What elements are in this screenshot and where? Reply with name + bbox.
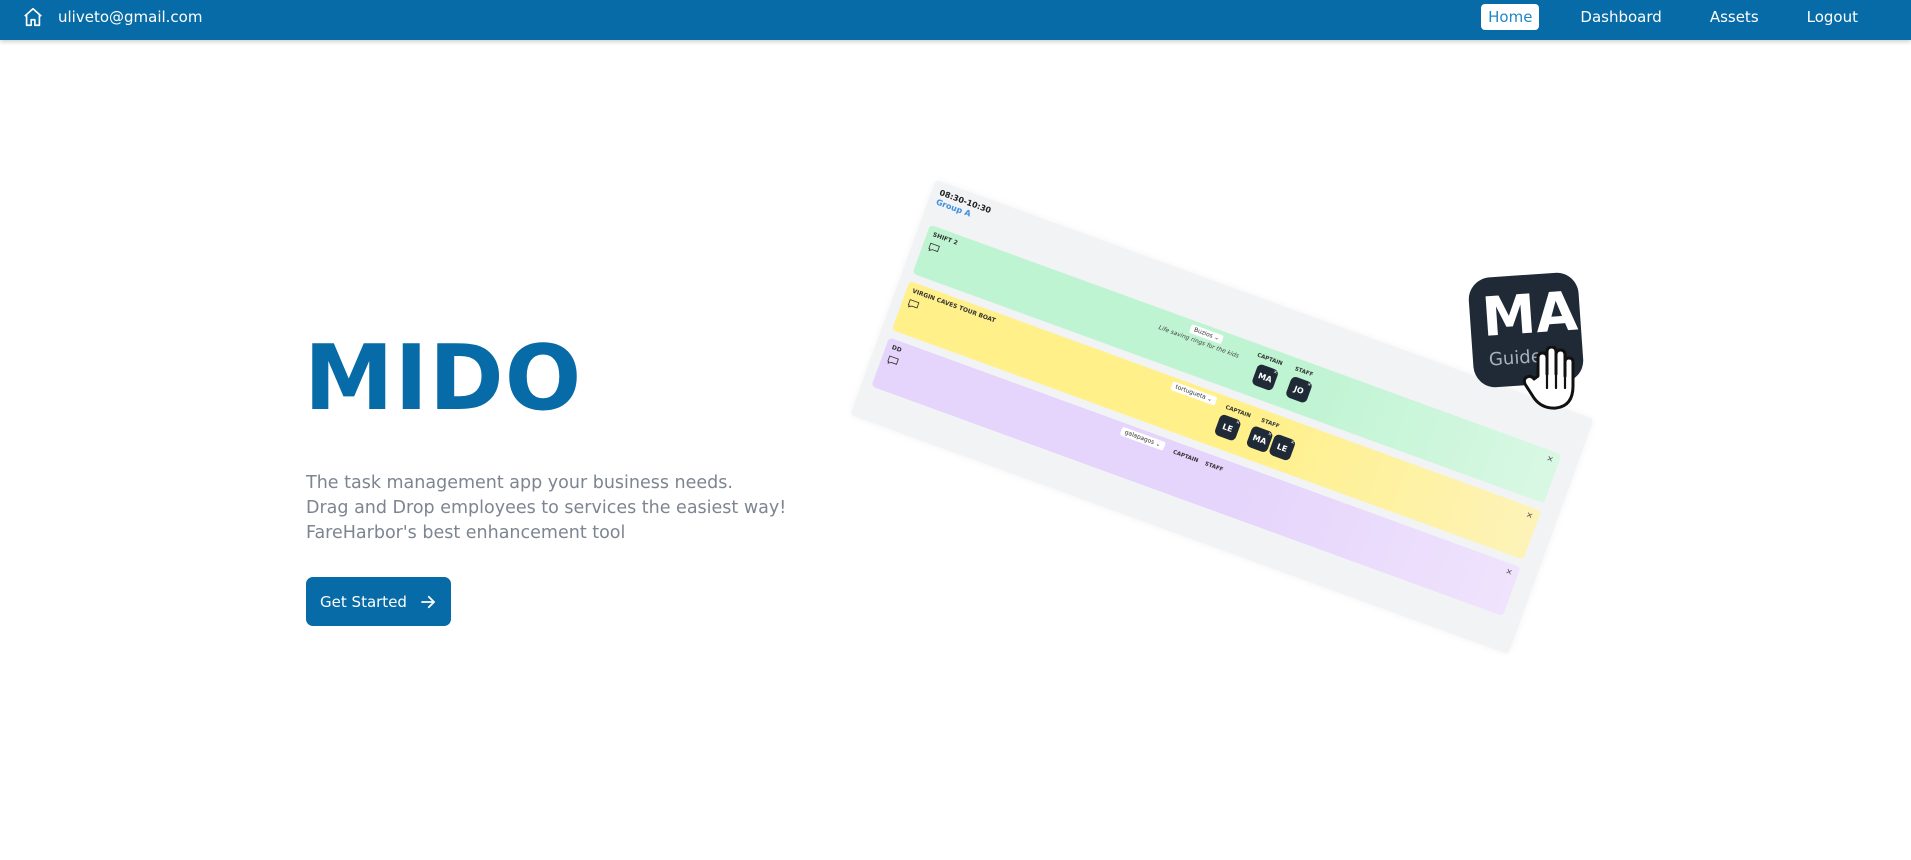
close-icon[interactable]: ✕ (1504, 567, 1513, 578)
badge-initials: MA (1251, 432, 1268, 446)
schedule-board: 08:30-10:30 Group A SHIFT 2 Buzios ⌄ Lif… (850, 179, 1594, 655)
close-icon[interactable]: ✕ (1545, 454, 1554, 465)
service-select-value: tortugueta (1174, 383, 1207, 402)
home-icon[interactable] (22, 6, 44, 28)
guide-initials: MA (1479, 279, 1580, 349)
arrow-right-icon (421, 595, 435, 608)
hero-line-3: FareHarbor's best enhancement tool (306, 523, 626, 543)
nav-left: uliveto@gmail.com (22, 0, 202, 33)
employee-badge[interactable]: LE × (1213, 413, 1242, 442)
nav-link-assets[interactable]: Assets (1703, 4, 1766, 30)
badge-initials: LE (1275, 441, 1289, 454)
top-navbar: uliveto@gmail.com Home Dashboard Assets … (0, 0, 1911, 40)
service-select[interactable]: tortugueta ⌄ (1170, 381, 1218, 406)
comment-icon (928, 242, 940, 253)
nav-link-logout[interactable]: Logout (1800, 4, 1865, 30)
hero-title: MIDO (304, 326, 583, 431)
get-started-label: Get Started (320, 592, 407, 611)
nav-link-home[interactable]: Home (1481, 3, 1540, 30)
hero-description: The task management app your business ne… (306, 471, 786, 546)
employee-badge[interactable]: LE × (1268, 433, 1297, 462)
comment-icon (907, 299, 920, 309)
service-select[interactable]: galapagos ⌄ (1119, 426, 1166, 451)
hand-cursor-icon (1522, 346, 1575, 410)
user-email: uliveto@gmail.com (58, 7, 203, 26)
close-icon[interactable]: ✕ (1525, 510, 1534, 521)
get-started-button[interactable]: Get Started (306, 577, 451, 626)
comment-icon (887, 355, 899, 365)
nav-links: Home Dashboard Assets Logout (1481, 0, 1865, 33)
badge-initials: LE (1221, 421, 1235, 434)
nav-link-dashboard[interactable]: Dashboard (1573, 4, 1668, 30)
service-select-value: galapagos (1123, 428, 1156, 447)
badge-initials: MA (1256, 370, 1274, 385)
badge-initials: JO (1292, 383, 1306, 396)
hero-line-2: Drag and Drop employees to services the … (306, 498, 787, 518)
schedule-illustration: 08:30-10:30 Group A SHIFT 2 Buzios ⌄ Lif… (820, 179, 1620, 670)
employee-badge[interactable]: MA × (1251, 363, 1280, 392)
hero-line-1: The task management app your business ne… (306, 473, 733, 493)
employee-badge[interactable]: JO × (1284, 375, 1314, 404)
